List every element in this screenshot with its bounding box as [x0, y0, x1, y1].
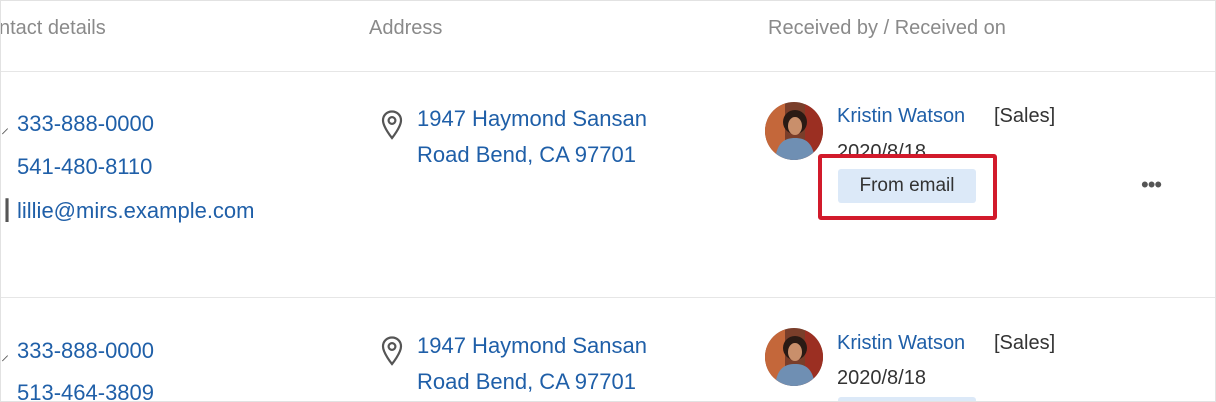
phone-icon: ⸝: [1, 347, 10, 364]
phone-link[interactable]: 541-480-8110: [17, 154, 152, 180]
location-pin-icon: [381, 110, 403, 140]
column-header-address[interactable]: Address: [369, 17, 442, 40]
phone-icon: ⸝: [1, 120, 10, 137]
receiver-name-link[interactable]: Kristin Watson: [837, 105, 965, 128]
address-line-1[interactable]: 1947 Haymond Sansan: [417, 106, 647, 132]
row-divider: [1, 297, 1215, 298]
phone-link[interactable]: 333-888-0000: [17, 338, 154, 364]
receiver-department: [Sales]: [994, 105, 1056, 127]
email-icon: ┃: [1, 200, 14, 222]
receiver-department: [Sales]: [994, 332, 1056, 354]
address-line-2[interactable]: Road Bend, CA 97701: [417, 142, 636, 168]
received-date: 2020/8/18: [837, 367, 926, 389]
column-header-received[interactable]: Received by / Received on: [768, 17, 1006, 40]
location-pin-icon: [381, 336, 403, 366]
address-line-1[interactable]: 1947 Haymond Sansan: [417, 333, 647, 359]
avatar: [765, 102, 823, 160]
email-link[interactable]: lillie@mirs.example.com: [17, 198, 255, 224]
phone-link[interactable]: 333-888-0000: [17, 111, 154, 137]
more-options-icon[interactable]: •••: [1141, 172, 1162, 198]
receiver-name-link[interactable]: Kristin Watson: [837, 332, 965, 355]
phone-link[interactable]: 513-464-3809: [17, 380, 154, 401]
avatar: [765, 328, 823, 386]
highlight-box: [818, 154, 997, 220]
header-divider: [1, 71, 1215, 72]
address-line-2[interactable]: Road Bend, CA 97701: [417, 369, 636, 395]
contacts-table: ntact details Address Received by / Rece…: [0, 0, 1216, 402]
source-tag: [838, 397, 976, 401]
column-header-contact-details[interactable]: ntact details: [1, 17, 106, 40]
